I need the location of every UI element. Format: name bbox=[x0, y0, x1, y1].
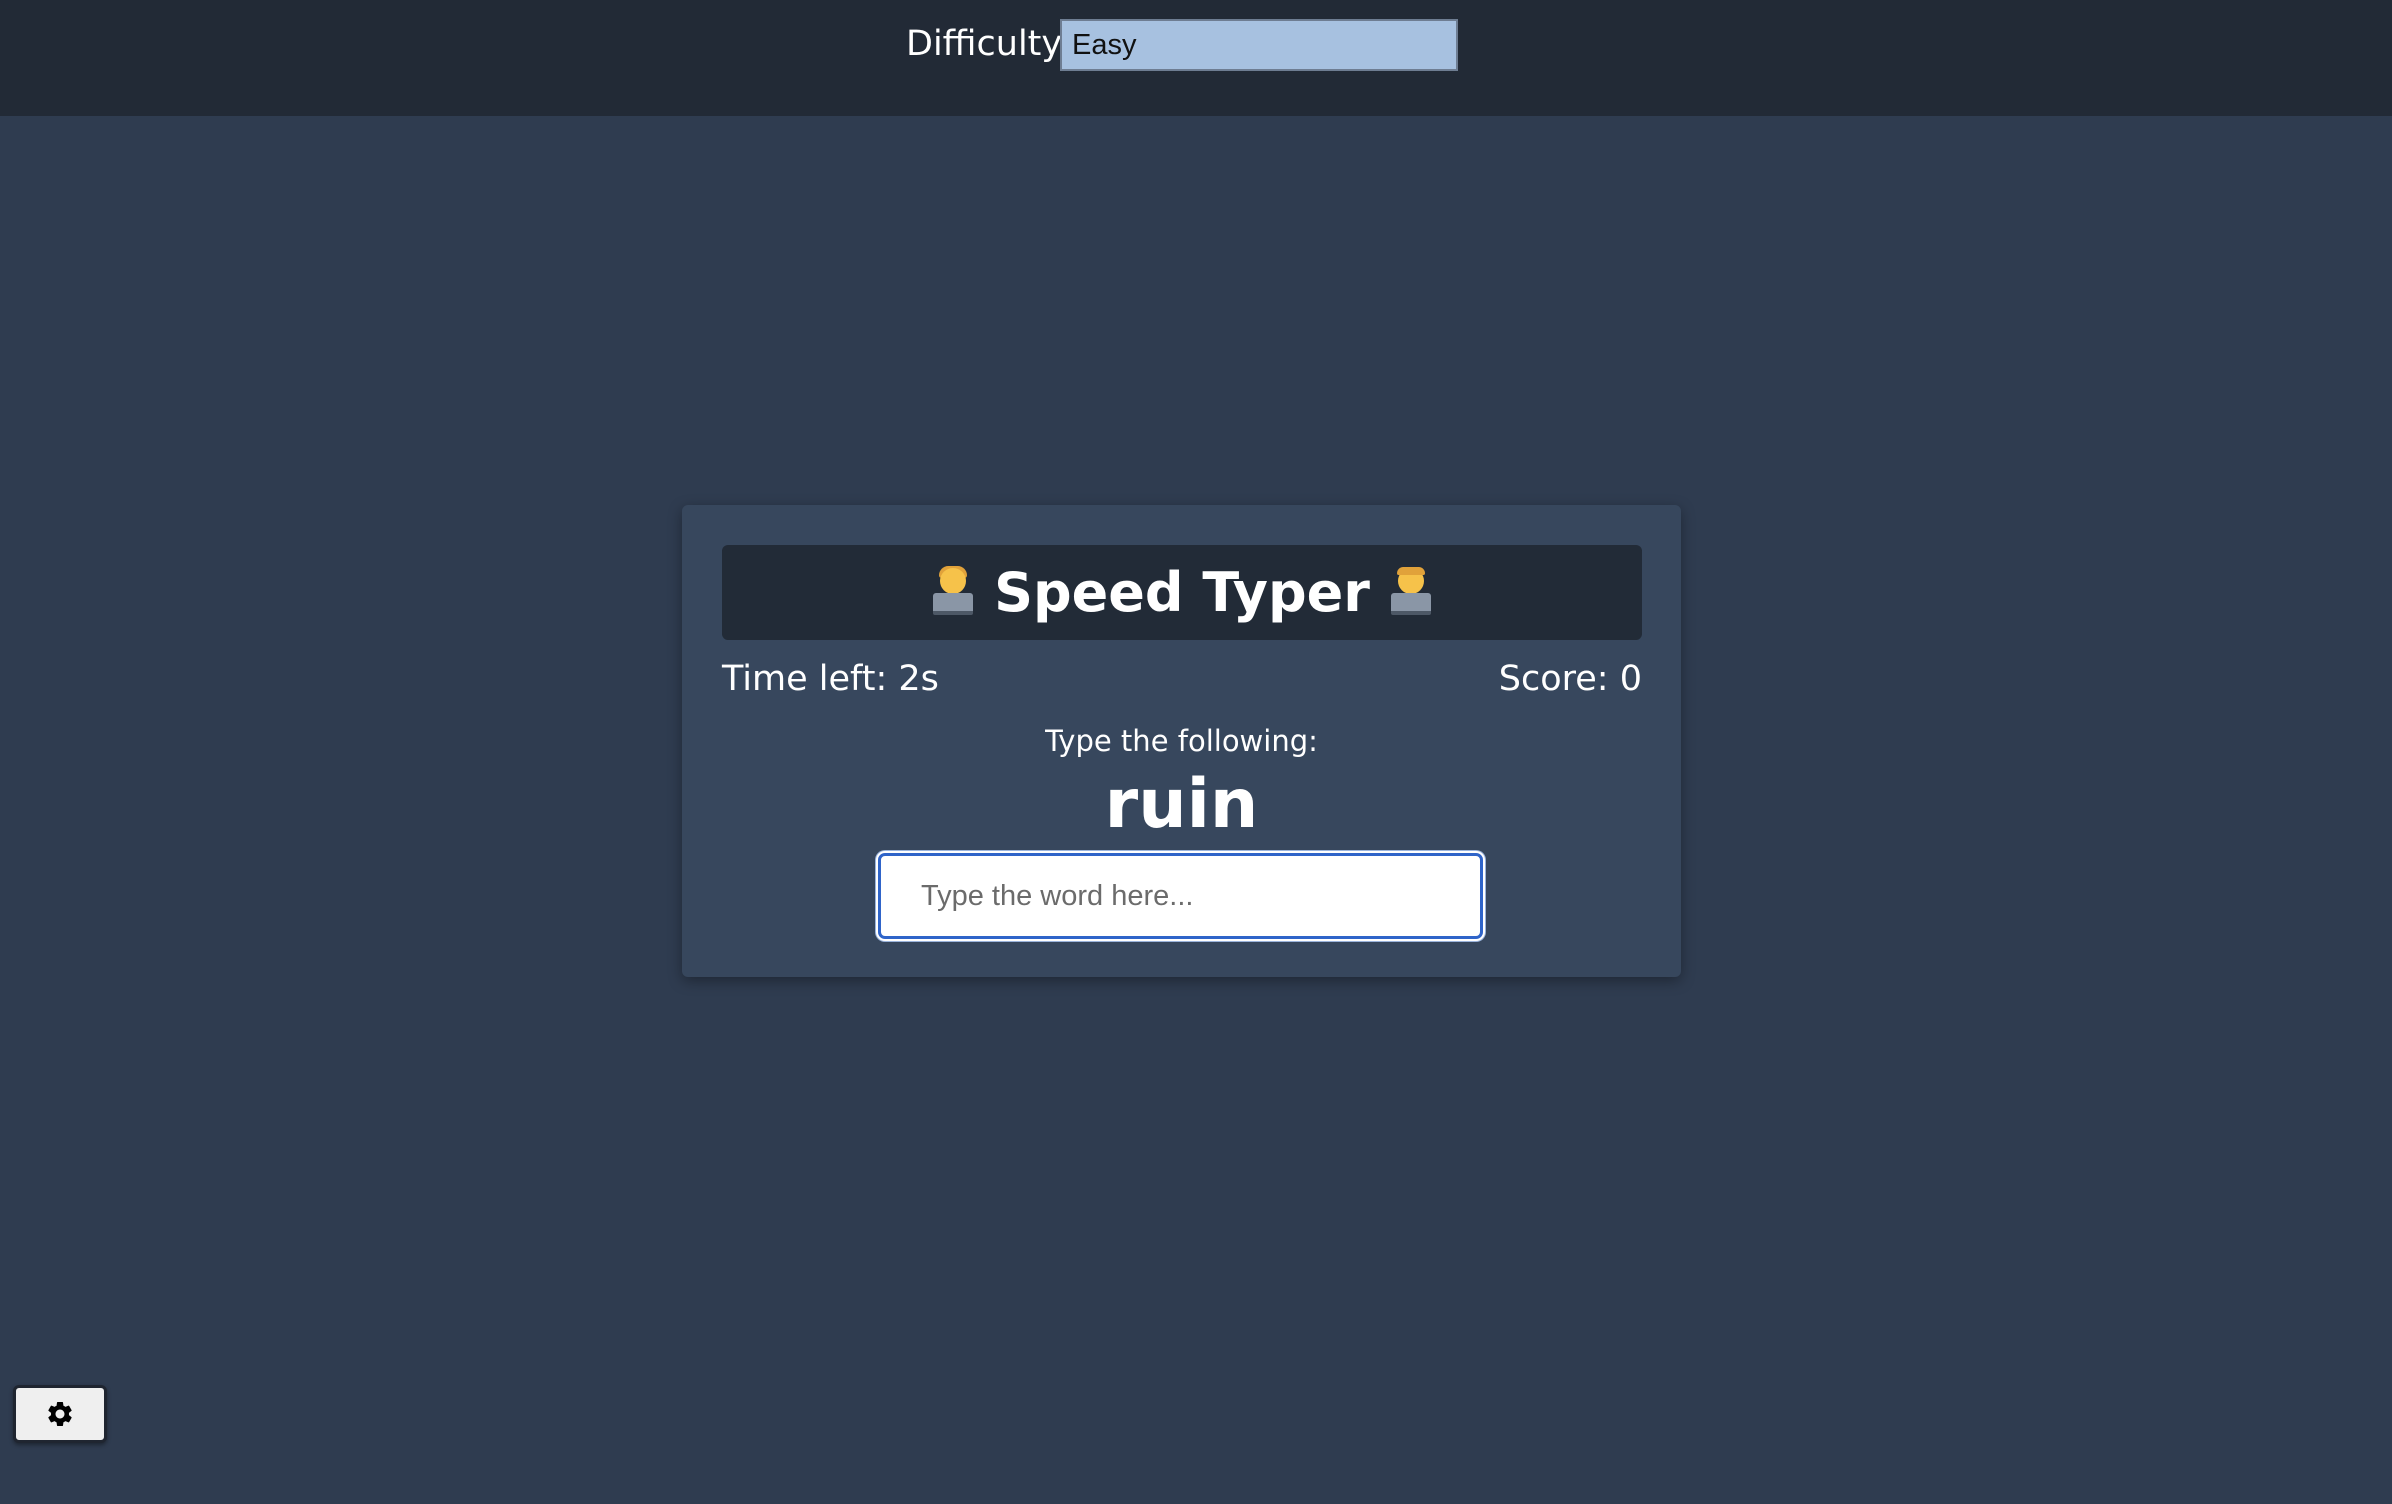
time-left-text: Time left: 2s bbox=[722, 659, 939, 699]
technologist-emoji-icon bbox=[930, 565, 976, 618]
emoji-head bbox=[940, 567, 967, 594]
game-card: Speed Typer Time left: 2s Score: 0 Type … bbox=[682, 505, 1681, 977]
emoji-laptop bbox=[1390, 592, 1431, 615]
settings-toggle-button[interactable] bbox=[13, 1385, 107, 1443]
difficulty-selected-value: Easy bbox=[1072, 28, 1137, 61]
target-word: ruin bbox=[1104, 765, 1259, 844]
word-input[interactable] bbox=[878, 853, 1483, 939]
difficulty-label: Difficulty bbox=[906, 24, 1063, 64]
emoji-hair bbox=[1396, 566, 1425, 575]
score-text: Score: 0 bbox=[1498, 659, 1642, 699]
prompt-label: Type the following: bbox=[1045, 724, 1318, 758]
page-title: Speed Typer bbox=[994, 561, 1370, 624]
man-technologist-emoji-icon bbox=[1388, 566, 1434, 618]
emoji-laptop bbox=[933, 592, 974, 615]
gear-icon bbox=[48, 1402, 72, 1426]
settings-bar: Difficulty Easy bbox=[0, 0, 2392, 116]
difficulty-select[interactable]: Easy bbox=[1060, 19, 1458, 71]
title-bar: Speed Typer bbox=[722, 545, 1642, 640]
